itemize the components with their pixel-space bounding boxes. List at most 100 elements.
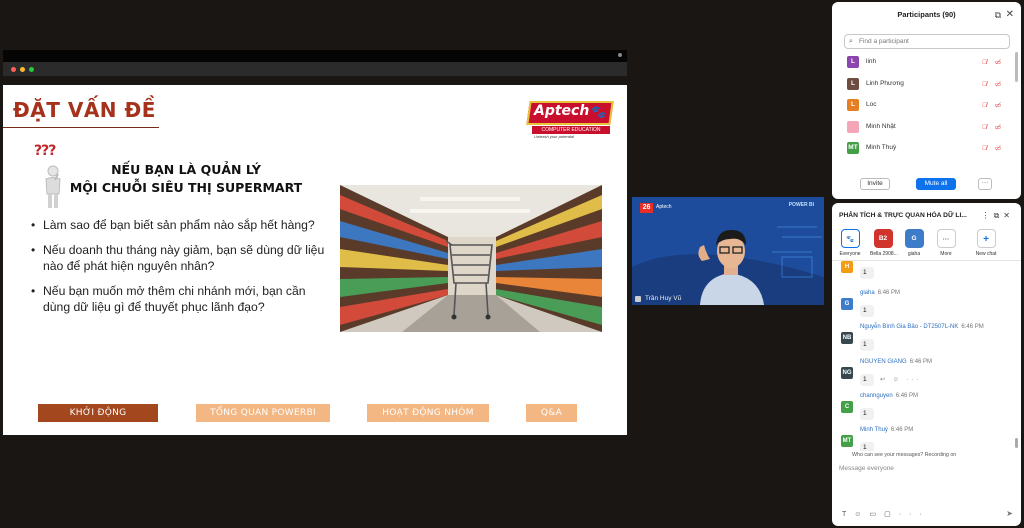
avatar: NB (841, 332, 853, 344)
chat-message[interactable]: Ggiaha 6:46 PM 1 (838, 290, 1010, 322)
sender-name: giaha (860, 290, 875, 296)
participant-row[interactable]: L Linh Phương 🎙̸ ▭̸ (844, 73, 1010, 95)
invite-button[interactable]: Invite (860, 178, 890, 190)
chat-message[interactable]: H1 (838, 261, 1010, 293)
participant-row[interactable]: MT Minh Thuỳ 🎙̸ ▭̸ (844, 137, 1010, 159)
nav-button-tong-quan-powerbi[interactable]: TỔNG QUAN POWERBI (196, 404, 330, 422)
chat-toolbar: T☺▭▢··· (842, 510, 930, 518)
participant-name: Trần Huy Vũ (645, 295, 682, 302)
participant-row[interactable]: Llinh 🎙̸ ▭̸ (844, 51, 1010, 73)
emoji-icon[interactable]: ☺ (854, 511, 869, 518)
nav-button-hoat-dong-nhom[interactable]: HOẠT ĐỘNG NHÓM (367, 404, 489, 422)
avatar: G (904, 229, 924, 248)
recipient-giaha[interactable]: Ggiaha (901, 229, 927, 257)
share-toolbar (3, 50, 627, 62)
screenshot-icon[interactable]: ▢ (884, 511, 899, 518)
chat-message-list: H 1 Ggiaha 6:46 PM 1 NB Nguyễn Bình Gia Bảo - … (838, 261, 1010, 451)
send-icon[interactable]: ➤ (1006, 509, 1013, 518)
format-icon[interactable]: T (842, 511, 854, 518)
participant-name: Loc (866, 101, 877, 108)
message-body: 1 (860, 305, 874, 317)
recipient-more[interactable]: ··· More (933, 229, 959, 257)
avatar: L (847, 99, 859, 111)
avatar: MT (841, 435, 853, 447)
more-options-button[interactable]: ··· (978, 178, 992, 190)
shared-window-titlebar (3, 62, 627, 76)
avatar: B2 (873, 229, 893, 248)
privacy-notice[interactable]: Who can see your messages? Recording on (852, 452, 956, 458)
sender-name: Nguyễn Bình Gia Bảo - DT2507L-NK (860, 324, 959, 330)
popout-icon[interactable]: ⧉ (994, 211, 1004, 220)
message-body: 1 (860, 408, 874, 420)
chat-panel: PHÂN TÍCH & TRỰC QUAN HÓA DỮ LI... ⋮⧉✕ 🐾… (832, 203, 1021, 526)
options-icon[interactable]: ⋮ (982, 211, 994, 220)
participant-name-label: Trần Huy Vũ (635, 295, 681, 302)
slide-title: ĐẶT VẤN ĐỀ (13, 98, 156, 122)
new-chat-button[interactable]: + New chat (971, 229, 1001, 257)
participant-row[interactable]: Minh Nhật 🎙̸ ▭̸ (844, 116, 1010, 138)
participant-list: Llinh 🎙̸ ▭̸ L Linh Phương 🎙̸ ▭̸ L Loc 🎙̸ ▭̸ Minh… (844, 51, 1010, 171)
sender-name: NGUYEN GIANG (860, 359, 907, 365)
message-body: 1 (860, 339, 874, 351)
popout-icon[interactable]: ⧉ (995, 10, 1001, 21)
message-time: 6:46 PM (895, 393, 919, 399)
message-time: 6:46 PM (877, 290, 901, 296)
avatar: C (841, 401, 853, 413)
chat-scrollbar[interactable] (1015, 438, 1018, 448)
close-icon[interactable]: ✕ (1003, 211, 1014, 220)
chat-message[interactable]: NG NGUYEN GIANG 6:46 PM 1 ↩ ☺ ··· (838, 359, 1010, 391)
chat-message[interactable]: MT Minh Thuỳ 6:46 PM 1 (838, 427, 1010, 451)
plus-icon: + (976, 229, 996, 248)
mute-all-button[interactable]: Mute all (916, 178, 956, 190)
participant-video-tile[interactable]: 26 Aptech POWER BI Trần Huy Vũ (632, 197, 824, 305)
file-icon[interactable]: ▭ (869, 511, 884, 518)
avatar: NG (841, 367, 853, 379)
question-heading: NẾU BẠN LÀ QUẢN LÝ MỘI CHUỖI SIÊU THỊ SU… (61, 161, 311, 197)
mic-video-muted-icons: 🎙̸ ▭̸ (982, 123, 1004, 131)
minimize-window-icon[interactable] (20, 67, 25, 72)
message-time: 6:46 PM (909, 359, 933, 365)
participant-list-scrollbar[interactable] (1015, 52, 1018, 82)
avatar: H (841, 261, 853, 273)
close-icon[interactable]: ✕ (1006, 9, 1014, 20)
mic-video-muted-icons: 🎙̸ ▭̸ (982, 59, 1004, 66)
recipient-bella[interactable]: B2 Bella 2908... (870, 229, 898, 257)
avatar: L (847, 77, 859, 90)
mic-video-muted-icons: 🎙̸ ▭̸ (982, 145, 1004, 152)
message-time: 6:46 PM (890, 427, 914, 433)
chat-header-icons: ⋮⧉✕ (982, 211, 1014, 221)
nav-button-khoi-dong[interactable]: KHỞI ĐỘNG (38, 404, 158, 422)
avatar (847, 120, 859, 133)
message-reaction-icons[interactable]: ↩ ☺ ··· (880, 376, 921, 383)
logo-subtitle: COMPUTER EDUCATION (532, 126, 610, 134)
chat-message[interactable]: NB Nguyễn Bình Gia Bảo - DT2507L-NK 6:46 P… (838, 324, 1010, 356)
more-icon[interactable]: ··· (899, 511, 930, 518)
participant-name: linh (866, 58, 877, 65)
recipient-everyone[interactable]: 🐾 Everyone (837, 229, 863, 257)
maximize-window-icon[interactable] (29, 67, 34, 72)
list-item: Làm sao để bạn biết sản phẩm nào sắp hết… (29, 217, 329, 233)
chat-title: PHÂN TÍCH & TRỰC QUAN HÓA DỮ LI... (839, 212, 967, 219)
nav-button-qa[interactable]: Q&A (526, 404, 577, 422)
participant-name: Minh Thuỳ (866, 144, 897, 151)
search-icon: ⌕ (849, 38, 853, 45)
more-icon: ··· (936, 229, 956, 248)
aptech-26-badge: 26 (640, 203, 653, 213)
question-marks: ??? (34, 143, 56, 159)
message-header: giaha 6:46 PM (860, 290, 900, 296)
recipient-label: Bella 2908... (870, 251, 898, 257)
message-header: channguyen 6:46 PM (860, 393, 918, 399)
message-header: Minh Thuỳ 6:46 PM (860, 427, 913, 433)
chat-message-input[interactable]: Message everyone (839, 465, 1014, 505)
presentation-slide: ĐẶT VẤN ĐỀ Aptech 🐾 COMPUTER EDUCATION U… (3, 85, 627, 435)
participant-row[interactable]: L Loc 🎙̸ ▭̸ (844, 94, 1010, 116)
recipient-label: New chat (975, 251, 997, 257)
close-share-icon[interactable] (618, 53, 622, 57)
zoom-meeting-window: ĐẶT VẤN ĐỀ Aptech 🐾 COMPUTER EDUCATION U… (0, 0, 1024, 528)
chat-message[interactable]: Cchannguyen 6:46 PM 1 (838, 393, 1010, 425)
mic-icon (635, 296, 641, 302)
close-window-icon[interactable] (11, 67, 16, 72)
participant-search-input[interactable]: ⌕ Find a participant (844, 34, 1010, 49)
video-banner: POWER BI (788, 202, 814, 208)
avatar: MT (847, 142, 859, 154)
